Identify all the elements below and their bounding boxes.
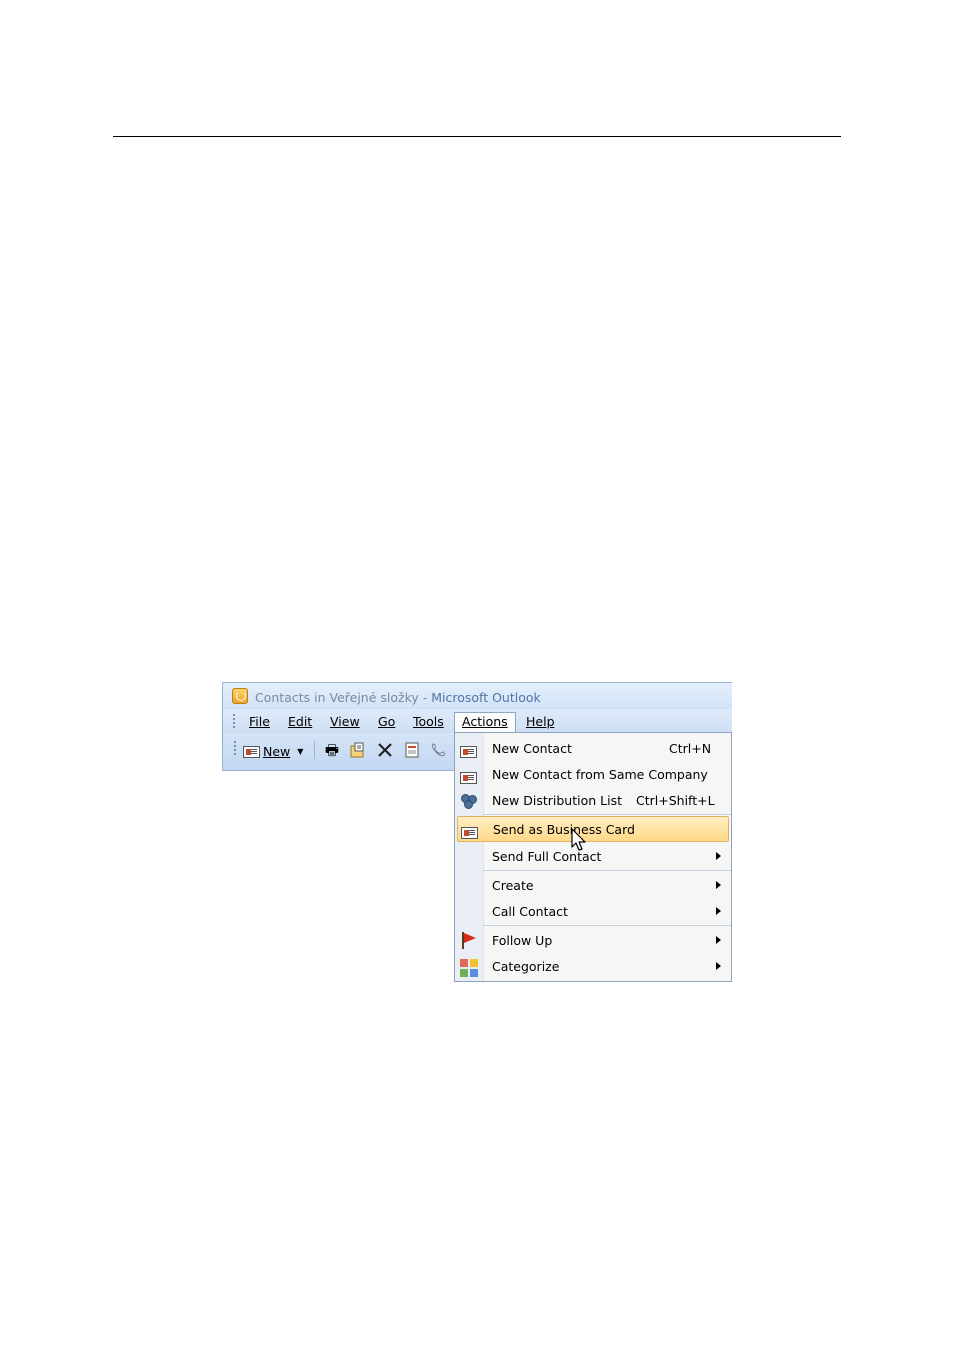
menu-file[interactable]: File xyxy=(242,712,277,732)
menu-separator xyxy=(483,870,731,871)
menu-item-new-contact[interactable]: New Contact Ctrl+N xyxy=(455,735,731,761)
page-horizontal-rule xyxy=(113,136,841,137)
submenu-arrow-icon xyxy=(716,852,721,860)
menu-edit-label: Edit xyxy=(288,714,313,729)
menu-item-new-distribution-list[interactable]: New Distribution List Ctrl+Shift+L xyxy=(455,787,731,813)
menu-item-new-distribution-list-shortcut: Ctrl+Shift+L xyxy=(636,793,715,808)
menu-help[interactable]: Help xyxy=(519,712,562,732)
window-title: Contacts in Veřejné složky - Microsoft O… xyxy=(255,690,541,705)
toolbar-grip-handle[interactable] xyxy=(234,741,236,757)
menu-item-send-as-business-card-label: Send as Business Card xyxy=(493,822,635,837)
menu-item-new-contact-label: New Contact xyxy=(492,741,572,756)
menu-item-follow-up-label: Follow Up xyxy=(492,933,553,948)
standard-toolbar: New ▼ 🖶 xyxy=(222,733,454,771)
menu-item-call-contact-label: Call Contact xyxy=(492,904,568,919)
toolbar-separator xyxy=(314,741,315,759)
contact-card-icon xyxy=(460,767,478,784)
menu-item-create[interactable]: Create xyxy=(455,872,731,898)
window-title-bar: Contacts in Veřejné složky - Microsoft O… xyxy=(222,682,732,709)
window-title-app: Microsoft Outlook xyxy=(431,690,541,705)
menu-item-categorize[interactable]: Categorize xyxy=(455,953,731,979)
submenu-arrow-icon xyxy=(716,907,721,915)
submenu-arrow-icon xyxy=(716,962,721,970)
contact-card-icon xyxy=(460,741,478,758)
menu-actions-label: Actions xyxy=(462,714,508,729)
menu-go-label: Go xyxy=(378,714,396,729)
new-contact-button[interactable]: New ▼ xyxy=(243,741,303,759)
menu-item-new-contact-shortcut: Ctrl+N xyxy=(669,741,712,756)
outlook-app-icon xyxy=(232,688,248,704)
menu-separator xyxy=(483,814,731,815)
menu-view[interactable]: View xyxy=(323,712,367,732)
phone-icon[interactable] xyxy=(429,741,447,759)
chevron-down-icon[interactable]: ▼ xyxy=(297,747,303,756)
submenu-arrow-icon xyxy=(716,936,721,944)
mouse-pointer-icon xyxy=(571,828,586,851)
menu-edit[interactable]: Edit xyxy=(281,712,319,732)
menu-file-label: File xyxy=(249,714,270,729)
menu-separator xyxy=(483,925,731,926)
contact-card-icon xyxy=(243,745,260,758)
outlook-window-screenshot: Contacts in Veřejné složky - Microsoft O… xyxy=(222,682,732,982)
menu-item-call-contact[interactable]: Call Contact xyxy=(455,898,731,924)
menu-item-follow-up[interactable]: Follow Up xyxy=(455,927,731,953)
window-title-folder: Contacts in Veřejné složky xyxy=(255,690,419,705)
submenu-arrow-icon xyxy=(716,881,721,889)
move-to-folder-icon[interactable] xyxy=(349,741,367,759)
categorize-icon xyxy=(460,959,478,977)
menu-item-new-distribution-list-label: New Distribution List xyxy=(492,793,622,808)
delete-icon[interactable] xyxy=(376,741,394,759)
print-icon[interactable]: 🖶 xyxy=(323,741,341,759)
menu-help-label: Help xyxy=(526,714,555,729)
menu-bar: File Edit View Go Tools Actions Help xyxy=(222,709,732,733)
new-button-label: New xyxy=(263,744,291,759)
flag-icon xyxy=(461,932,477,950)
menu-item-new-contact-same-company[interactable]: New Contact from Same Company xyxy=(455,761,731,787)
distribution-list-icon xyxy=(461,794,477,809)
menu-item-create-label: Create xyxy=(492,878,534,893)
menu-tools[interactable]: Tools xyxy=(406,712,451,732)
menu-bar-grip-handle[interactable] xyxy=(233,714,235,728)
menu-tools-label: Tools xyxy=(413,714,444,729)
menu-actions[interactable]: Actions xyxy=(454,712,516,732)
menu-item-send-as-business-card[interactable]: Send as Business Card xyxy=(457,816,729,842)
window-title-separator: - xyxy=(418,690,432,705)
business-card-icon xyxy=(461,822,479,839)
menu-go[interactable]: Go xyxy=(371,712,402,732)
menu-view-label: View xyxy=(330,714,360,729)
actions-dropdown-menu: New Contact Ctrl+N New Contact from Same… xyxy=(454,732,732,982)
menu-item-categorize-label: Categorize xyxy=(492,959,560,974)
address-book-icon[interactable] xyxy=(403,741,421,759)
menu-item-send-full-contact[interactable]: Send Full Contact xyxy=(455,843,731,869)
menu-item-new-contact-same-company-label: New Contact from Same Company xyxy=(492,767,708,782)
